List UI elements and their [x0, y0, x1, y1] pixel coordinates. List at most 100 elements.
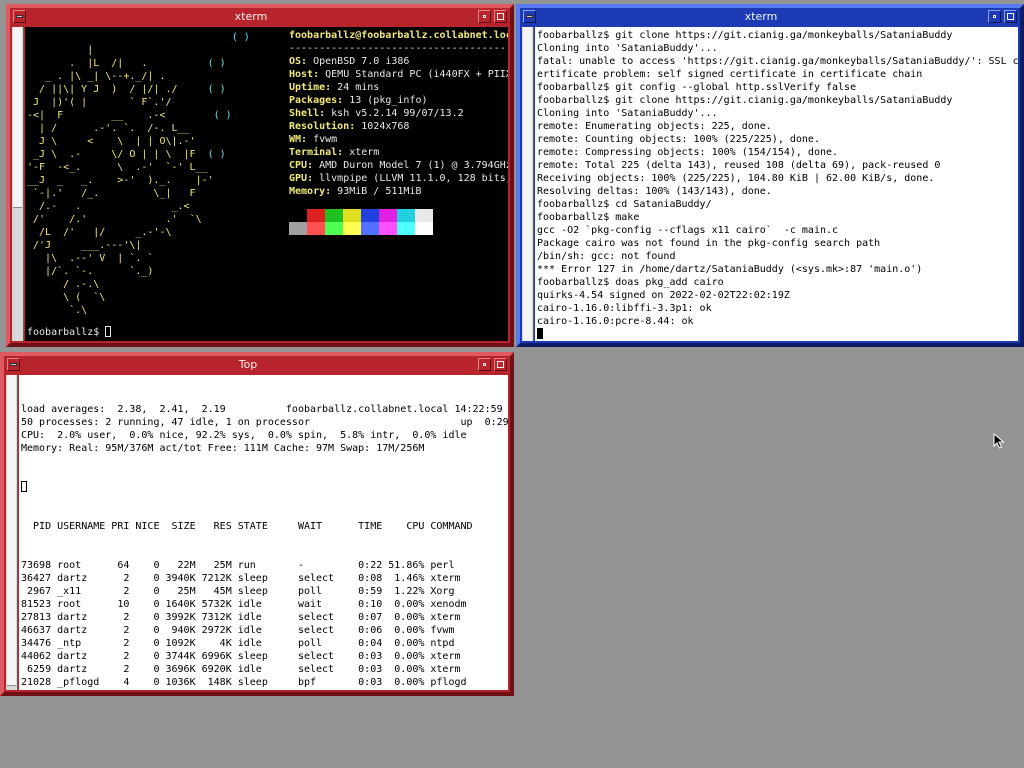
- color-swatch: [289, 222, 307, 235]
- terminal-line: foobarballz$ make: [537, 212, 640, 223]
- ascii-art-line: J \ < \ | | O\|.-': [27, 136, 214, 147]
- info-value: 24 mins: [337, 82, 380, 93]
- neofetch-info-row: Memory: 93MiB / 511MiB: [289, 186, 422, 197]
- table-row: 2967 _x11 2 0 25M 45M sleep poll 0:59 1.…: [21, 586, 455, 597]
- table-row: 81523 root 10 0 1640K 5732K idle wait 0:…: [21, 599, 467, 610]
- info-key: Packages: [289, 95, 338, 106]
- top-summary-line: CPU: 2.0% user, 0.0% nice, 92.2% sys, 0.…: [21, 430, 467, 441]
- info-key: Host: [289, 69, 314, 80]
- maximize-button[interactable]: [494, 10, 507, 23]
- ascii-art-line: /L /' |/ _.-'-\: [27, 227, 220, 238]
- info-value: OpenBSD 7.0 i386: [313, 56, 410, 67]
- xterm-neofetch-window[interactable]: xterm ( ) | . |L /| . ( ) _ . |\ _| \--+…: [6, 4, 514, 347]
- text-cursor: [537, 328, 543, 339]
- ascii-art-line: -<| F __ .-< ( ): [27, 110, 232, 121]
- table-row: 46637 dartz 2 0 940K 2972K idle select 0…: [21, 625, 455, 636]
- terminal-line: remote: Compressing objects: 100% (154/1…: [537, 147, 839, 158]
- top-window[interactable]: Top load averages: 2.38, 2.41, 2.19 foob…: [0, 352, 514, 696]
- info-key: GPU: [289, 173, 308, 184]
- scrollbar-thumb[interactable]: [7, 375, 16, 686]
- title-bar[interactable]: xterm: [10, 8, 510, 25]
- terminal-line: quirks-4.54 signed on 2022-02-02T22:02:1…: [537, 290, 790, 301]
- ascii-art-line: / ||\| Y J ) / |/| ./ ( ): [27, 84, 226, 95]
- info-key: Resolution: [289, 121, 350, 132]
- table-row: 21028 _pflogd 4 0 1036K 148K sleep bpf 0…: [21, 677, 467, 688]
- terminal-line: remote: Enumerating objects: 225, done.: [537, 121, 772, 132]
- window-menu-button[interactable]: [7, 358, 20, 371]
- process-table-header: PID USERNAME PRI NICE SIZE RES STATE WAI…: [21, 521, 473, 532]
- table-row: 24840 _smtpd 2 0 2172K 1676K idle kqread…: [21, 689, 508, 690]
- window-title: Top: [238, 358, 258, 371]
- ascii-art-line: J |)'( | ` F`.'/: [27, 97, 220, 108]
- terminal-line: Package cairo was not found in the pkg-c…: [537, 238, 881, 249]
- color-swatch: [361, 222, 379, 235]
- info-value: QEMU Standard PC (i440FX + PIIX: [325, 69, 508, 80]
- neofetch-info-row: Terminal: xterm: [289, 147, 380, 158]
- ascii-art-line: /.- . _.<: [27, 201, 220, 212]
- ascii-art: ( ) | . |L /| . ( ) _ . |\ _| \--+._/| .…: [27, 31, 277, 331]
- top-summary-line: load averages: 2.38, 2.41, 2.19 foobarba…: [21, 404, 503, 415]
- minimize-button[interactable]: [478, 10, 491, 23]
- table-row: 36427 dartz 2 0 3940K 7212K sleep select…: [21, 573, 461, 584]
- text-cursor: [21, 481, 27, 492]
- terminal-line: Cloning into 'SataniaBuddy'...: [537, 43, 718, 54]
- shell-prompt[interactable]: foobarballz$: [27, 326, 112, 339]
- minimize-button[interactable]: [988, 10, 1001, 23]
- terminal-line: foobarballz$ git config --global http.ss…: [537, 82, 857, 93]
- neofetch-info-row: WM: fvwm: [289, 134, 338, 145]
- text-cursor: [105, 326, 112, 337]
- color-swatch: [307, 209, 325, 222]
- ascii-art-line: /' /.' .' `\: [27, 214, 220, 225]
- maximize-button[interactable]: [494, 358, 507, 371]
- scrollbar[interactable]: [522, 27, 534, 341]
- color-swatch: [289, 209, 307, 222]
- color-swatch: [361, 209, 379, 222]
- color-swatch: [415, 222, 433, 235]
- ascii-art-line: | / .-'. `. /-. L__: [27, 123, 220, 134]
- title-bar[interactable]: xterm: [520, 8, 1020, 25]
- scrollbar[interactable]: [6, 375, 18, 690]
- ascii-art-line: . |L /| . ( ): [27, 58, 226, 69]
- color-swatch: [415, 209, 433, 222]
- maximize-button[interactable]: [1004, 10, 1017, 23]
- window-menu-button[interactable]: [13, 10, 26, 23]
- ascii-art-line: / .-.\: [27, 279, 220, 290]
- info-key: Uptime: [289, 82, 326, 93]
- scrollbar-thumb[interactable]: [523, 27, 532, 341]
- terminal-line: foobarballz$ git clone https://git.ciani…: [537, 30, 953, 41]
- title-bar[interactable]: Top: [4, 356, 510, 373]
- color-swatch: [379, 209, 397, 222]
- terminal-output[interactable]: ( ) | . |L /| . ( ) _ . |\ _| \--+._/| .…: [25, 27, 508, 341]
- neofetch-info: foobarballz@foobarballz.collabnet.local …: [289, 29, 508, 198]
- window-menu-button[interactable]: [523, 10, 536, 23]
- xterm-build-window[interactable]: xterm foobarballz$ git clone https://git…: [516, 4, 1024, 347]
- color-swatch: [397, 209, 415, 222]
- scrollbar-thumb[interactable]: [13, 27, 22, 208]
- neofetch-header: foobarballz@foobarballz.collabnet.local: [289, 30, 508, 41]
- table-row: 34476 _ntp 2 0 1092K 4K idle poll 0:04 0…: [21, 638, 455, 649]
- terminal-client[interactable]: ( ) | . |L /| . ( ) _ . |\ _| \--+._/| .…: [12, 27, 508, 341]
- scrollbar[interactable]: [12, 27, 24, 341]
- minimize-button[interactable]: [478, 358, 491, 371]
- neofetch-info-row: Host: QEMU Standard PC (i440FX + PIIX: [289, 68, 508, 81]
- terminal-output[interactable]: foobarballz$ git clone https://git.ciani…: [535, 27, 1018, 341]
- info-key: CPU: [289, 160, 308, 171]
- terminal-client[interactable]: foobarballz$ git clone https://git.ciani…: [522, 27, 1018, 341]
- terminal-line: cairo-1.16.0:pcre-8.44: ok: [537, 316, 694, 327]
- table-row: 27813 dartz 2 0 3992K 7312K idle select …: [21, 612, 461, 623]
- window-title: xterm: [744, 10, 778, 23]
- neofetch-info-row: Resolution: 1024x768: [289, 121, 410, 132]
- info-key: OS: [289, 56, 302, 67]
- terminal-line: foobarballz$ cd SataniaBuddy/: [537, 199, 712, 210]
- info-value: 93MiB / 511MiB: [337, 186, 422, 197]
- color-swatch: [379, 222, 397, 235]
- info-value: fvwm: [313, 134, 338, 145]
- terminal-line: foobarballz$ git clone https://git.ciani…: [537, 95, 953, 106]
- top-output[interactable]: load averages: 2.38, 2.41, 2.19 foobarba…: [19, 375, 508, 690]
- info-value: llvmpipe (LLVM 11.1.0, 128 bits): [319, 173, 508, 184]
- prompt-text: foobarballz$: [27, 327, 106, 338]
- neofetch-info-row: Packages: 13 (pkg_info): [289, 95, 428, 106]
- terminal-line: /bin/sh: gcc: not found: [537, 251, 676, 262]
- terminal-client[interactable]: load averages: 2.38, 2.41, 2.19 foobarba…: [6, 375, 508, 690]
- ascii-art-line: |/`. `-. `._): [27, 266, 220, 277]
